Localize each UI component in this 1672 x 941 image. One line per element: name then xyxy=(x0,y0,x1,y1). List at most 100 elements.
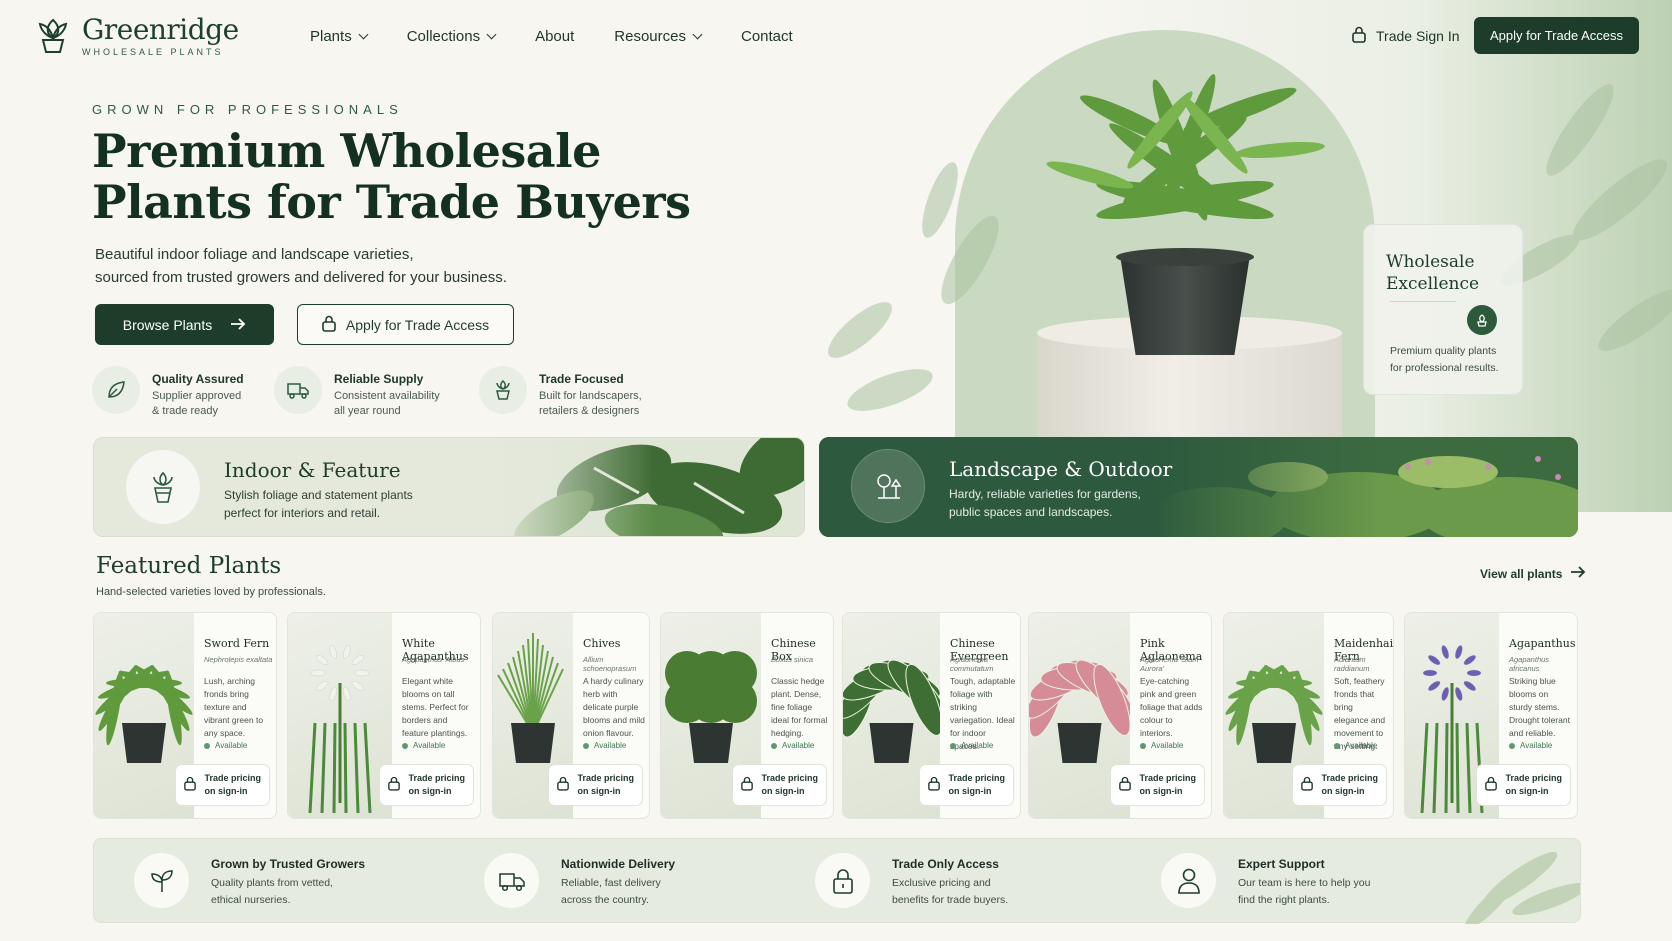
plant-name: Chives xyxy=(583,637,621,650)
lock-icon xyxy=(928,776,941,795)
apply-trade-access-button[interactable]: Apply for Trade Access xyxy=(1474,17,1639,54)
trade-pricing-label: Trade pricing on sign-in xyxy=(577,773,634,796)
availability-label: Available xyxy=(1345,741,1378,750)
plant-card[interactable]: Agapanthus Agapanthus africanus Striking… xyxy=(1404,612,1578,819)
availability-label: Available xyxy=(1151,741,1184,750)
benefit-support: Expert Support Our team is here to help y… xyxy=(1161,853,1371,909)
user-icon xyxy=(1161,853,1216,908)
lock-icon xyxy=(741,776,754,795)
site-header: Greenridge WHOLESALE PLANTS Plants Colle… xyxy=(0,0,1672,74)
apply-trade-access-outline-button[interactable]: Apply for Trade Access xyxy=(297,304,514,345)
nav-about[interactable]: About xyxy=(535,28,574,45)
benefit-desc-line: Exclusive pricing and xyxy=(892,877,991,889)
nav-label: Contact xyxy=(740,28,793,45)
status-dot xyxy=(204,742,210,749)
lock-icon xyxy=(1485,776,1498,795)
nav-resources[interactable]: Resources xyxy=(614,28,703,45)
feature-desc-line: & trade ready xyxy=(152,405,219,417)
trade-pricing-button[interactable]: Trade pricing on sign-in xyxy=(732,764,827,806)
hero-features: Quality Assured Supplier approved & trade … xyxy=(92,366,679,419)
benefit-trade-only: Trade Only Access Exclusive pricing and be… xyxy=(815,853,1008,909)
divider xyxy=(1390,301,1456,302)
lock-icon xyxy=(184,776,197,795)
hero-image xyxy=(820,0,1672,512)
trade-pricing-label: Trade pricing on sign-in xyxy=(408,773,465,796)
category-desc-line: Hardy, reliable varieties for gardens, xyxy=(949,487,1141,501)
status-dot xyxy=(1509,742,1515,749)
plant-card[interactable]: Chinese Box Buxus sinica Classic hedge p… xyxy=(660,612,834,819)
availability-status: Available xyxy=(402,741,445,750)
availability-label: Available xyxy=(594,741,627,750)
brand-tagline: WHOLESALE PLANTS xyxy=(82,46,224,57)
trade-pricing-button[interactable]: Trade pricing on sign-in xyxy=(1476,764,1571,806)
benefit-title: Trade Only Access xyxy=(892,857,999,871)
benefit-delivery: Nationwide Delivery Reliable, fast delive… xyxy=(484,853,675,909)
plant-card[interactable]: Sword Fern Nephrolepis exaltata Lush, ar… xyxy=(93,612,277,819)
category-desc-line: Stylish foliage and statement plants xyxy=(224,488,413,502)
benefits-band: Grown by Trusted Growers Quality plants f… xyxy=(93,838,1581,924)
logo[interactable]: Greenridge WHOLESALE PLANTS xyxy=(36,12,239,59)
plant-description: A hardy culinary herb with delicate purp… xyxy=(583,676,645,738)
browse-plants-button[interactable]: Browse Plants xyxy=(95,304,274,345)
nav-label: Plants xyxy=(310,28,352,45)
trade-pricing-button[interactable]: Trade pricing on sign-in xyxy=(548,764,643,806)
plant-card[interactable]: Chinese Evergreen Aglaonema commutatum T… xyxy=(842,612,1021,819)
lock-icon xyxy=(1119,776,1132,795)
trade-pricing-button[interactable]: Trade pricing on sign-in xyxy=(919,764,1014,806)
plant-description: Lush, arching fronds bring texture and v… xyxy=(204,676,264,738)
nav-collections[interactable]: Collections xyxy=(407,28,497,45)
feature-desc: Consistent availability all year round xyxy=(334,389,440,419)
excellence-title: Wholesale Excellence xyxy=(1386,251,1500,295)
category-outdoor-card[interactable]: Landscape & Outdoor Hardy, reliable vari… xyxy=(819,437,1578,537)
plant-card[interactable]: Pink Aglaonema Aglaonema 'Siam Aurora' E… xyxy=(1028,612,1212,819)
plant-image xyxy=(308,645,372,814)
trade-pricing-button[interactable]: Trade pricing on sign-in xyxy=(379,764,474,806)
trade-sign-in-link[interactable]: Trade Sign In xyxy=(1352,26,1460,46)
plant-name: Agapanthus xyxy=(1509,637,1576,650)
plant-card[interactable]: White Agapanthus Agapanthus 'Albus' Eleg… xyxy=(287,612,481,819)
leaf-decoration xyxy=(1464,851,1580,924)
feature-desc-line: Consistent availability xyxy=(334,390,440,402)
feature-desc-line: retailers & designers xyxy=(539,405,640,417)
status-dot xyxy=(583,742,589,749)
plant-card[interactable]: Chives Allium schoenoprasum A hardy culi… xyxy=(492,612,650,819)
feature-supply: Reliable Supply Consistent availability al… xyxy=(274,366,479,419)
benefit-desc: Our team is here to help you find the rig… xyxy=(1238,875,1371,909)
sprout-icon xyxy=(134,853,189,908)
plant-card[interactable]: Maidenhair Fern Adiantum raddianum Soft,… xyxy=(1223,612,1394,819)
feature-title: Trade Focused xyxy=(539,372,624,386)
category-desc: Stylish foliage and statement plants perf… xyxy=(224,486,413,522)
trade-pricing-button[interactable]: Trade pricing on sign-in xyxy=(175,764,270,806)
truck-icon xyxy=(484,853,539,908)
chevron-down-icon xyxy=(358,29,369,40)
nav-contact[interactable]: Contact xyxy=(741,28,793,45)
view-all-plants-link[interactable]: View all plants xyxy=(1480,566,1586,581)
feature-trade: Trade Focused Built for landscapers, retai… xyxy=(479,366,679,419)
benefit-title: Nationwide Delivery xyxy=(561,857,676,871)
potted-plant-icon xyxy=(479,366,527,414)
status-dot xyxy=(402,742,408,749)
plant-latin-name: Agapanthus 'Albus' xyxy=(402,655,466,664)
availability-label: Available xyxy=(1520,741,1553,750)
category-title: Landscape & Outdoor xyxy=(949,457,1173,481)
trade-pricing-label: Trade pricing on sign-in xyxy=(1139,773,1196,796)
view-all-label: View all plants xyxy=(1480,566,1563,581)
benefit-desc-line: find the right plants. xyxy=(1238,894,1330,906)
nav-plants[interactable]: Plants xyxy=(310,28,369,45)
plant-pot xyxy=(1120,255,1250,355)
nav-label: About xyxy=(535,28,575,45)
trade-pricing-label: Trade pricing on sign-in xyxy=(204,773,261,796)
category-desc-line: public spaces and landscapes. xyxy=(949,505,1113,519)
benefit-desc-line: ethical nurseries. xyxy=(211,894,291,906)
excellence-title-line: Wholesale xyxy=(1386,252,1475,272)
plant-latin-name: Aglaonema 'Siam Aurora' xyxy=(1140,655,1199,673)
trade-pricing-button[interactable]: Trade pricing on sign-in xyxy=(1110,764,1205,806)
featured-plants-list: Sword Fern Nephrolepis exaltata Lush, ar… xyxy=(93,612,1581,819)
leaf-icon xyxy=(92,366,140,414)
chevron-down-icon xyxy=(692,29,703,40)
trade-pricing-button[interactable]: Trade pricing on sign-in xyxy=(1292,764,1387,806)
wholesale-excellence-card: Wholesale Excellence Premium quality plan… xyxy=(1363,224,1523,395)
trade-pricing-label: Trade pricing on sign-in xyxy=(761,773,818,796)
lock-icon xyxy=(388,776,401,795)
category-indoor-card[interactable]: Indoor & Feature Stylish foliage and sta… xyxy=(93,437,805,537)
